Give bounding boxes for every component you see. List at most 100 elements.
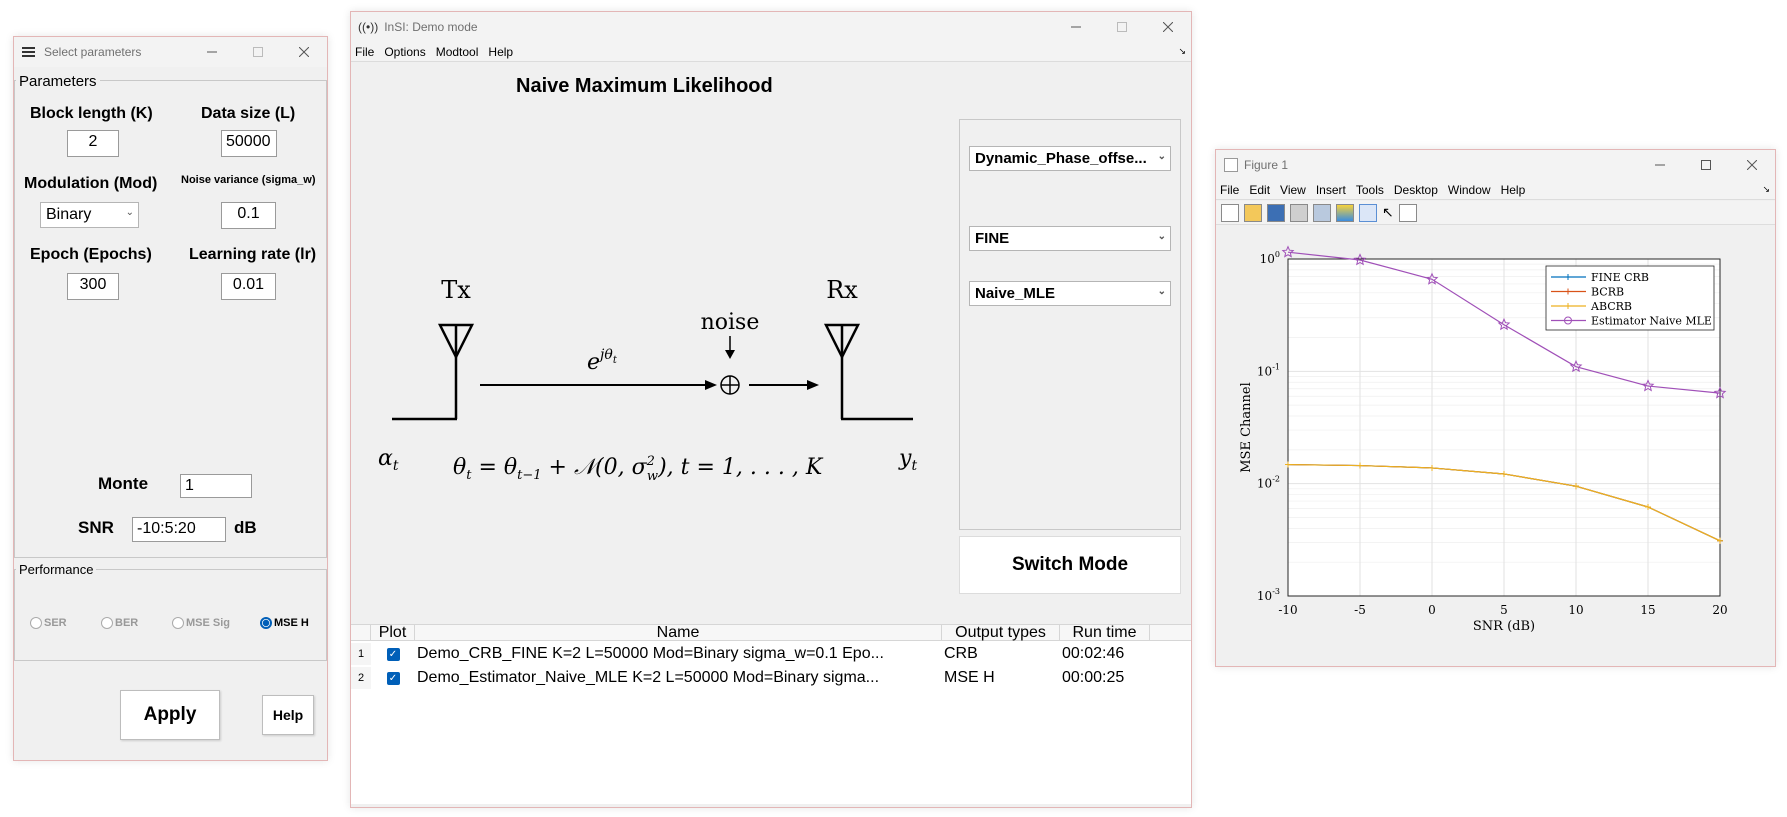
- figure-toolbar: ↖: [1216, 201, 1775, 225]
- mse-chart[interactable]: -10 -5 0 5 10 15 20 100 10-1 10-2 10-3 FINE CRB BCRB…: [1216, 226, 1775, 666]
- block-length-label: Block length (K): [30, 105, 153, 122]
- menu-edit[interactable]: Edit: [1244, 183, 1275, 197]
- x-axis-label: SNR (dB): [1473, 619, 1535, 634]
- open-file-icon[interactable]: [1244, 203, 1262, 222]
- insi-titlebar[interactable]: ((•)) InSI: Demo mode: [351, 12, 1191, 42]
- y-tick-label: 10-1: [1257, 362, 1280, 378]
- parameters-group-title: Parameters: [16, 73, 100, 90]
- y-label: yt: [898, 446, 917, 474]
- broadcast-icon: ((•)): [358, 20, 379, 34]
- modulation-dropdown[interactable]: Binary ⌄: [40, 202, 139, 228]
- row-index: 1: [351, 643, 371, 665]
- row-name: Demo_Estimator_Naive_MLE K=2 L=50000 Mod…: [417, 669, 880, 686]
- snr-unit-label: dB: [234, 518, 257, 537]
- radio-dot: [172, 617, 184, 629]
- block-length-field[interactable]: 2: [67, 130, 119, 157]
- save-icon[interactable]: [1267, 203, 1285, 222]
- table-row[interactable]: 2 ✓ Demo_Estimator_Naive_MLE K=2 L=50000…: [351, 667, 1151, 689]
- menu-help[interactable]: Help: [483, 45, 518, 59]
- menu-help[interactable]: Help: [1496, 183, 1531, 197]
- performance-group: [14, 569, 327, 661]
- select-parameters-window: Select parameters Parameters Block lengt…: [13, 36, 328, 761]
- row-output: MSE H: [944, 669, 995, 686]
- parameters-group: [14, 80, 327, 558]
- select-parameters-titlebar[interactable]: Select parameters: [14, 37, 327, 67]
- estimator-dropdown[interactable]: Naive_MLE ⌄: [969, 281, 1171, 306]
- model-dropdown-value: Dynamic_Phase_offse...: [975, 150, 1147, 167]
- menu-window[interactable]: Window: [1443, 183, 1496, 197]
- results-table: Plot Name Output types Run time 1 ✓ Demo…: [351, 624, 1191, 804]
- switch-mode-button[interactable]: Switch Mode: [959, 536, 1181, 594]
- row-name: Demo_CRB_FINE K=2 L=50000 Mod=Binary sig…: [417, 645, 884, 662]
- close-icon[interactable]: [281, 37, 327, 67]
- menu-file[interactable]: File: [351, 45, 379, 59]
- property-inspector-icon[interactable]: [1398, 203, 1417, 222]
- monte-field[interactable]: 1: [180, 474, 252, 498]
- plot-checkbox[interactable]: ✓: [386, 647, 400, 661]
- col-output-types[interactable]: Output types: [942, 624, 1060, 641]
- menu-insert[interactable]: Insert: [1311, 183, 1351, 197]
- learning-rate-field[interactable]: 0.01: [221, 273, 276, 300]
- data-size-field[interactable]: 50000: [221, 130, 277, 157]
- matlab-figure-icon: [1224, 158, 1238, 172]
- row-time: 00:00:25: [1062, 669, 1125, 686]
- maximize-icon[interactable]: [1099, 12, 1145, 42]
- apply-button[interactable]: Apply: [120, 690, 220, 740]
- snr-field[interactable]: -10:5:20: [132, 517, 226, 542]
- plot-checkbox[interactable]: ✓: [386, 671, 400, 685]
- menu-modtool[interactable]: Modtool: [431, 45, 484, 59]
- close-icon[interactable]: [1145, 12, 1191, 42]
- snr-label: SNR: [78, 518, 114, 537]
- radio-mse-h[interactable]: MSE H: [260, 617, 309, 629]
- radio-mse-sig-label: MSE Sig: [186, 617, 231, 629]
- maximize-icon[interactable]: [235, 37, 281, 67]
- print-icon[interactable]: [1290, 203, 1308, 222]
- menu-tools[interactable]: Tools: [1351, 183, 1389, 197]
- legend-icon[interactable]: [1359, 203, 1377, 222]
- hamburger-menu-icon[interactable]: [22, 45, 35, 59]
- col-plot[interactable]: Plot: [371, 624, 415, 641]
- y-tick-label: 100: [1260, 250, 1280, 266]
- new-figure-icon[interactable]: [1221, 203, 1239, 222]
- estimator-dropdown-value: Naive_MLE: [975, 285, 1056, 302]
- x-tick-label: 20: [1712, 603, 1727, 617]
- noise-variance-label: Noise variance (sigma_w): [181, 174, 316, 186]
- radio-ber[interactable]: BER: [101, 617, 138, 629]
- pointer-icon[interactable]: ↖: [1382, 204, 1394, 221]
- menu-options[interactable]: Options: [379, 45, 430, 59]
- undock-icon[interactable]: ↘: [1757, 184, 1775, 195]
- bound-dropdown[interactable]: FINE ⌄: [969, 226, 1171, 251]
- menu-view[interactable]: View: [1275, 183, 1311, 197]
- y-axis-label: MSE Channel: [1239, 382, 1254, 473]
- figure-titlebar[interactable]: Figure 1: [1216, 150, 1775, 180]
- legend-label: ABCRB: [1590, 300, 1632, 313]
- minimize-icon[interactable]: [189, 37, 235, 67]
- table-row[interactable]: 1 ✓ Demo_CRB_FINE K=2 L=50000 Mod=Binary…: [351, 643, 1151, 665]
- noise-variance-field[interactable]: 0.1: [221, 202, 276, 229]
- modulation-label: Modulation (Mod): [24, 175, 158, 192]
- x-tick-label: -5: [1354, 603, 1366, 617]
- page-title: Naive Maximum Likelihood: [516, 75, 773, 97]
- radio-ser-label: SER: [44, 617, 67, 629]
- maximize-icon[interactable]: [1683, 150, 1729, 180]
- link-plot-icon[interactable]: [1313, 203, 1331, 222]
- minimize-icon[interactable]: [1637, 150, 1683, 180]
- col-run-time[interactable]: Run time: [1060, 624, 1150, 641]
- help-button[interactable]: Help: [262, 695, 314, 735]
- epoch-field[interactable]: 300: [67, 273, 119, 300]
- col-name[interactable]: Name: [415, 624, 942, 641]
- model-dropdown[interactable]: Dynamic_Phase_offse... ⌄: [969, 146, 1171, 171]
- menu-file[interactable]: File: [1216, 183, 1244, 197]
- x-tick-label: 10: [1568, 603, 1583, 617]
- radio-mse-sig[interactable]: MSE Sig: [172, 617, 230, 629]
- epoch-label: Epoch (Epochs): [30, 246, 152, 263]
- close-icon[interactable]: [1729, 150, 1775, 180]
- colorbar-icon[interactable]: [1336, 203, 1354, 222]
- menu-desktop[interactable]: Desktop: [1389, 183, 1443, 197]
- insi-menubar: File Options Modtool Help ↘: [351, 42, 1191, 62]
- minimize-icon[interactable]: [1053, 12, 1099, 42]
- y-tick-label: 10-2: [1257, 475, 1280, 491]
- figure-window: Figure 1 File Edit View Insert Tools Des…: [1215, 149, 1776, 667]
- undock-icon[interactable]: ↘: [1173, 46, 1191, 57]
- radio-ser[interactable]: SER: [30, 617, 67, 629]
